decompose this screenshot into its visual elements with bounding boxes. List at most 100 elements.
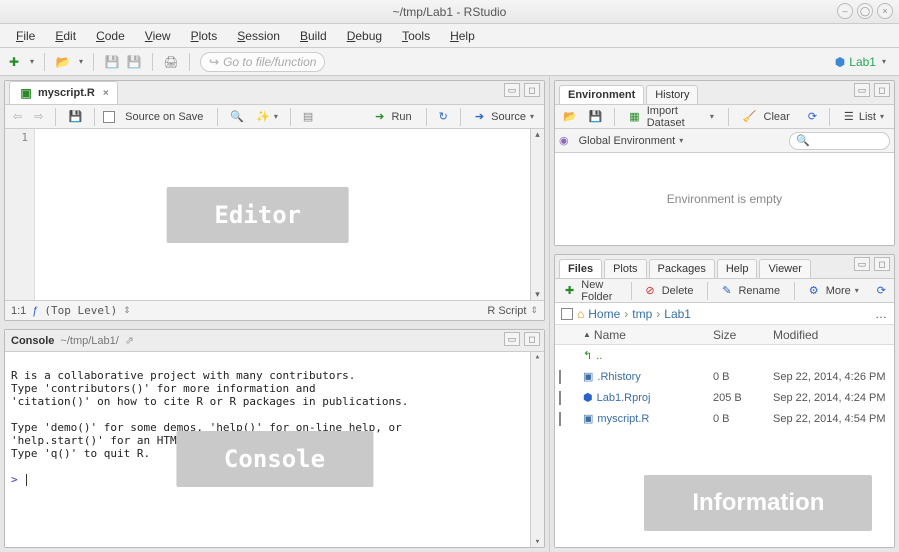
col-modified[interactable]: Modified: [773, 328, 890, 342]
source-button[interactable]: ➔ Source▾: [469, 108, 540, 125]
save-all-icon[interactable]: 💾: [126, 54, 142, 70]
console-min-icon[interactable]: ▭: [504, 332, 520, 346]
close-icon[interactable]: ×: [877, 3, 893, 19]
project-menu[interactable]: ⬢ Lab1 ▾: [828, 52, 893, 72]
pane-maximize-icon[interactable]: ◻: [524, 83, 540, 97]
env-save-icon[interactable]: 💾: [585, 108, 607, 125]
tab-environment[interactable]: Environment: [559, 85, 644, 104]
minimize-icon[interactable]: –: [837, 3, 853, 19]
files-max-icon[interactable]: ◻: [874, 257, 890, 271]
goto-file-function[interactable]: ↪ Go to file/function: [200, 52, 325, 72]
file-checkbox[interactable]: [559, 412, 561, 426]
file-icon: ▣: [583, 370, 593, 383]
file-name[interactable]: Lab1.Rproj: [597, 392, 651, 404]
new-folder-button[interactable]: ✚ New Folder: [559, 277, 623, 305]
console-popout-icon[interactable]: ⇗: [125, 334, 134, 347]
console-body[interactable]: R is a collaborative project with many c…: [5, 352, 544, 547]
col-size[interactable]: Size: [713, 328, 773, 342]
file-modified: Sep 22, 2014, 4:24 PM: [773, 392, 890, 404]
clear-button[interactable]: 🧹 Clear: [737, 108, 796, 125]
menu-debug[interactable]: Debug: [337, 26, 392, 46]
files-pane: Files Plots Packages Help Viewer ▭ ◻ ✚ N…: [554, 254, 895, 548]
environment-pane: Environment History ▭ ◻ 📂 💾 ▦ Import Dat…: [554, 80, 895, 246]
import-dataset-button[interactable]: ▦ Import Dataset▾: [623, 103, 720, 131]
menu-session[interactable]: Session: [227, 26, 290, 46]
source-on-save-checkbox[interactable]: [103, 111, 115, 123]
run-button[interactable]: ➔ Run: [369, 108, 417, 125]
menu-file[interactable]: File: [6, 26, 45, 46]
breadcrumb-more-icon[interactable]: …: [875, 307, 888, 321]
maximize-icon[interactable]: ◯: [857, 3, 873, 19]
print-icon[interactable]: 🖨: [163, 54, 179, 70]
env-scope-button[interactable]: Global Environment▾: [573, 133, 690, 149]
list-mode-button[interactable]: ☰ List▾: [838, 108, 890, 125]
scope-caret[interactable]: ⇕: [123, 305, 131, 316]
open-file-icon[interactable]: 📂: [55, 54, 71, 70]
console-max-icon[interactable]: ◻: [524, 332, 540, 346]
project-icon: ⬢: [835, 55, 845, 69]
file-row[interactable]: ▣myscript.R 0 B Sep 22, 2014, 4:54 PM: [555, 408, 894, 429]
save-icon[interactable]: 💾: [104, 54, 120, 70]
editor-tab[interactable]: ▣ myscript.R ×: [9, 81, 118, 104]
tab-history[interactable]: History: [646, 85, 698, 104]
home-icon[interactable]: ⌂: [577, 307, 584, 321]
menu-plots[interactable]: Plots: [181, 26, 228, 46]
select-all-checkbox[interactable]: [561, 308, 573, 320]
file-checkbox[interactable]: [559, 391, 561, 405]
file-name[interactable]: .Rhistory: [597, 371, 640, 383]
console-scrollbar[interactable]: ▴▾: [530, 352, 544, 547]
tab-help[interactable]: Help: [717, 259, 758, 278]
files-min-icon[interactable]: ▭: [854, 257, 870, 271]
open-file-caret[interactable]: ▾: [79, 57, 83, 66]
pane-minimize-icon[interactable]: ▭: [504, 83, 520, 97]
col-name[interactable]: ▲Name: [583, 328, 713, 342]
wand-icon[interactable]: ✨▾: [252, 108, 282, 125]
file-row[interactable]: ⬢Lab1.Rproj 205 B Sep 22, 2014, 4:24 PM: [555, 387, 894, 408]
env-search-input[interactable]: 🔍: [789, 132, 890, 150]
tab-close-icon[interactable]: ×: [103, 88, 109, 99]
scope-label[interactable]: (Top Level): [44, 304, 117, 317]
find-icon[interactable]: 🔍: [226, 108, 248, 125]
env-min-icon[interactable]: ▭: [854, 83, 870, 97]
forward-icon[interactable]: ⇨: [30, 108, 47, 125]
language-mode[interactable]: R Script: [487, 305, 526, 317]
save-file-icon[interactable]: 💾: [64, 108, 86, 125]
breadcrumb: ⌂ Home › tmp › Lab1 …: [555, 303, 894, 325]
menu-tools[interactable]: Tools: [392, 26, 440, 46]
crumb-tmp[interactable]: tmp: [632, 307, 652, 321]
editor-code-area[interactable]: Editor: [35, 129, 530, 300]
tab-viewer[interactable]: Viewer: [759, 259, 810, 278]
editor-scrollbar[interactable]: ▴▾: [530, 129, 544, 300]
env-max-icon[interactable]: ◻: [874, 83, 890, 97]
console-prompt: >: [11, 473, 18, 486]
new-file-icon[interactable]: ✚: [6, 54, 22, 70]
rename-button[interactable]: ✎ Rename: [716, 282, 786, 299]
tab-plots[interactable]: Plots: [604, 259, 646, 278]
back-icon[interactable]: ⇦: [9, 108, 26, 125]
source-on-save-label: Source on Save: [119, 109, 209, 125]
file-name[interactable]: myscript.R: [597, 413, 649, 425]
new-file-caret[interactable]: ▾: [30, 57, 34, 66]
menu-edit[interactable]: Edit: [45, 26, 86, 46]
env-open-icon[interactable]: 📂: [559, 108, 581, 125]
crumb-home[interactable]: Home: [588, 307, 620, 321]
menu-view[interactable]: View: [135, 26, 181, 46]
goto-arrow-icon: ↪: [209, 55, 219, 69]
menubar: File Edit Code View Plots Session Build …: [0, 24, 899, 48]
file-checkbox[interactable]: [559, 370, 561, 384]
tab-files[interactable]: Files: [559, 259, 602, 278]
notebook-icon[interactable]: ▤: [299, 108, 317, 125]
menu-build[interactable]: Build: [290, 26, 337, 46]
delete-button[interactable]: ⊘ Delete: [639, 282, 699, 299]
more-button[interactable]: ⚙ More▾: [803, 282, 865, 299]
file-row-up[interactable]: ↰..: [555, 345, 894, 366]
refresh-icon[interactable]: ⟳: [804, 108, 821, 125]
rerun-icon[interactable]: ↻: [435, 108, 452, 125]
crumb-lab1[interactable]: Lab1: [664, 307, 691, 321]
file-row[interactable]: ▣.Rhistory 0 B Sep 22, 2014, 4:26 PM: [555, 366, 894, 387]
menu-help[interactable]: Help: [440, 26, 485, 46]
menu-code[interactable]: Code: [86, 26, 135, 46]
tab-packages[interactable]: Packages: [649, 259, 715, 278]
rproj-icon: ⬢: [583, 391, 593, 404]
files-refresh-icon[interactable]: ⟳: [873, 282, 890, 299]
